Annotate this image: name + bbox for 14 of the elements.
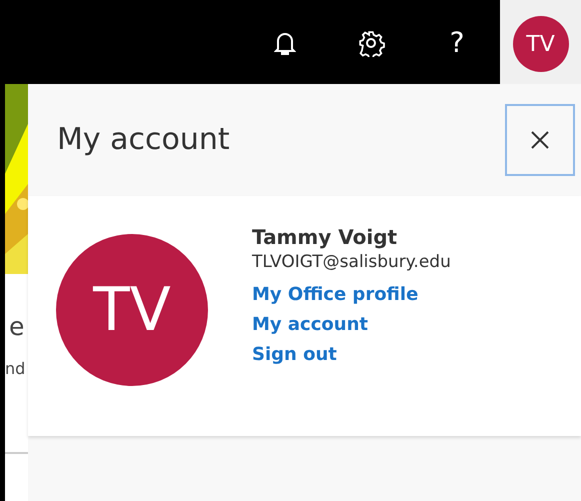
page-text: nd	[5, 361, 26, 377]
user-email: TLVOIGT@salisbury.edu	[252, 251, 451, 274]
close-icon	[531, 131, 549, 149]
settings-icon	[357, 29, 385, 57]
profile-avatar: TV	[56, 234, 208, 386]
account-link[interactable]: My Office profile	[252, 282, 418, 306]
help-button[interactable]: ?	[414, 1, 500, 85]
bell-icon	[274, 30, 296, 56]
user-name: Tammy Voigt	[252, 224, 398, 250]
account-link[interactable]: Sign out	[252, 343, 337, 367]
account-avatar-button[interactable]: TV	[512, 16, 568, 72]
panel-title: My account	[57, 122, 230, 158]
account-link[interactable]: My account	[252, 312, 368, 336]
page-text: e	[9, 314, 26, 339]
